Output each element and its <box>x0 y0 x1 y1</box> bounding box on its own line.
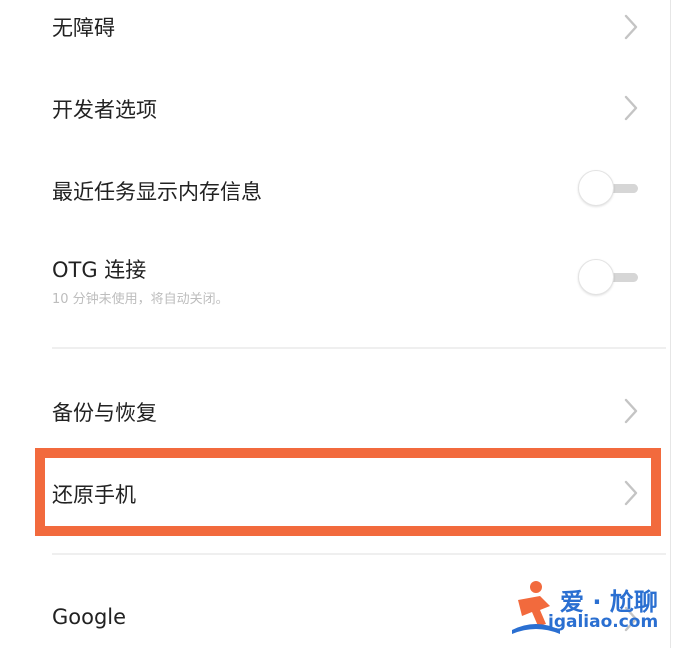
settings-item-label: 开发者选项 <box>52 98 157 122</box>
settings-item-backup-restore[interactable]: 备份与恢复 <box>0 380 660 440</box>
edge-divider <box>670 0 671 648</box>
settings-item-accessibility[interactable]: 无障碍 <box>0 0 660 54</box>
settings-item-developer-options[interactable]: 开发者选项 <box>0 78 660 138</box>
settings-item-otg: OTG 连接 10 分钟未使用，将自动关闭。 <box>0 240 660 320</box>
chevron-right-icon <box>620 398 642 424</box>
memory-info-toggle[interactable] <box>578 170 640 208</box>
chevron-right-icon <box>620 480 642 506</box>
toggle-knob <box>578 170 614 206</box>
settings-item-label: 还原手机 <box>52 483 136 507</box>
settings-item-label: OTG 连接 <box>52 258 147 282</box>
settings-item-subtitle: 10 分钟未使用，将自动关闭。 <box>52 292 229 307</box>
settings-item-label: 最近任务显示内存信息 <box>52 180 262 204</box>
watermark-url: igaliao.com <box>548 612 659 632</box>
settings-item-label: Google <box>52 605 127 629</box>
chevron-right-icon <box>620 14 642 40</box>
site-watermark: 爱 · 尬聊 igaliao.com <box>510 578 670 638</box>
settings-item-reset-phone[interactable]: 还原手机 <box>0 462 660 524</box>
settings-item-label: 备份与恢复 <box>52 401 157 425</box>
settings-item-recent-tasks-memory: 最近任务显示内存信息 <box>0 160 660 220</box>
settings-screen: 无障碍 开发者选项 最近任务显示内存信息 OTG 连接 10 分钟未使用，将自动… <box>0 0 673 648</box>
otg-toggle[interactable] <box>578 259 640 297</box>
toggle-knob <box>578 259 614 295</box>
section-divider <box>52 553 666 555</box>
settings-item-label: 无障碍 <box>52 16 115 40</box>
chevron-right-icon <box>620 95 642 121</box>
section-divider <box>52 347 666 349</box>
